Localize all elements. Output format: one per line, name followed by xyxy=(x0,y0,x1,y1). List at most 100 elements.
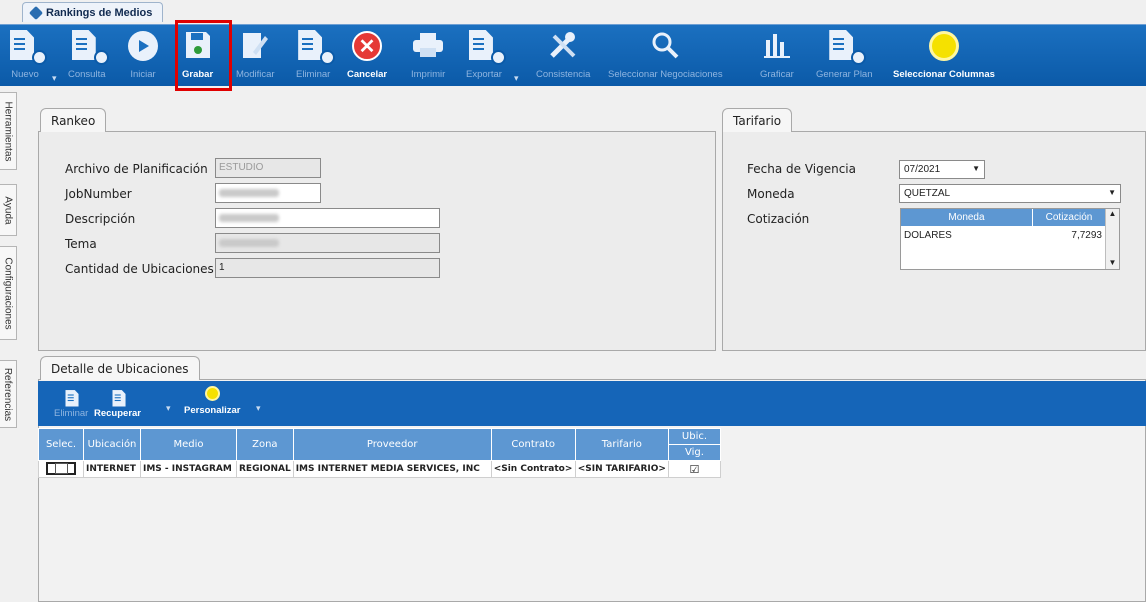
tab-rankings-de-medios[interactable]: Rankings de Medios xyxy=(22,2,164,22)
moneda-label: Moneda xyxy=(747,187,795,201)
fecha-vigencia-label: Fecha de Vigencia xyxy=(747,162,856,176)
table-row[interactable]: DOLARES 7,7293 xyxy=(901,226,1119,244)
moneda-cell: DOLARES xyxy=(904,229,952,241)
side-tab-referencias[interactable]: Referencias xyxy=(0,360,17,428)
nuevo-button[interactable]: Nuevo xyxy=(10,29,47,80)
app-tab-label: Rankings de Medios xyxy=(46,6,153,19)
new-document-icon xyxy=(10,30,47,65)
ubicacion-column-header[interactable]: Ubicación xyxy=(83,428,141,461)
contrato-cell: <Sin Contrato> xyxy=(490,460,576,478)
moneda-select[interactable]: QUETZAL ▼ xyxy=(899,184,1121,203)
redacted-text xyxy=(219,189,279,197)
vig-cell[interactable]: ☑ xyxy=(667,460,721,478)
delete-document-icon xyxy=(298,30,336,65)
recuperar-dropdown-icon[interactable]: ▾ xyxy=(166,403,171,414)
proveedor-cell: IMS INTERNET MEDIA SERVICES, INC xyxy=(292,460,492,478)
descripcion-label: Descripción xyxy=(65,212,136,226)
imprimir-button[interactable]: Imprimir xyxy=(411,29,445,80)
customize-icon xyxy=(204,386,220,401)
redacted-text xyxy=(219,214,279,222)
cantidad-field[interactable]: 1 xyxy=(215,258,440,278)
chevron-down-icon: ▼ xyxy=(972,164,980,173)
cotizacion-cell: 7,7293 xyxy=(1071,229,1102,241)
archivo-field[interactable]: ESTUDIO xyxy=(215,158,321,178)
ubicacion-cell: INTERNET xyxy=(83,460,141,478)
row-select-checkbox[interactable] xyxy=(46,461,76,475)
selec-column-header[interactable]: Selec. xyxy=(38,428,84,461)
tab-rankeo[interactable]: Rankeo xyxy=(40,108,107,132)
side-tab-herramientas[interactable]: Herramientas xyxy=(0,92,17,170)
generar-plan-button[interactable]: Generar Plan xyxy=(816,29,873,80)
zona-column-header[interactable]: Zona xyxy=(236,428,294,461)
cantidad-label: Cantidad de Ubicaciones xyxy=(65,262,214,276)
side-tab-configuraciones[interactable]: Configuraciones xyxy=(0,246,17,340)
cotizacion-scrollbar[interactable]: ▲ ▼ xyxy=(1105,209,1119,269)
tools-icon xyxy=(548,30,578,63)
cancel-icon: ✕ xyxy=(352,31,383,61)
proveedor-column-header[interactable]: Proveedor xyxy=(292,428,492,461)
play-icon xyxy=(128,31,158,61)
bar-chart-icon xyxy=(763,32,791,61)
consulta-button[interactable]: Consulta xyxy=(68,29,109,80)
recuperar-button[interactable]: Recuperar xyxy=(94,386,141,419)
fecha-vigencia-select[interactable]: 07/2021 ▼ xyxy=(899,160,985,179)
chevron-down-icon: ▼ xyxy=(1108,188,1116,197)
tab-tarifario[interactable]: Tarifario xyxy=(722,108,793,132)
recover-document-icon xyxy=(112,390,126,407)
medio-column-header[interactable]: Medio xyxy=(140,428,237,461)
zona-cell: REGIONAL xyxy=(236,460,294,478)
scroll-down-icon[interactable]: ▼ xyxy=(1106,258,1119,267)
modificar-button[interactable]: Modificar xyxy=(236,29,275,80)
cancelar-button[interactable]: ✕ Cancelar xyxy=(347,29,387,80)
printer-icon xyxy=(412,32,444,61)
cotizacion-column-header[interactable]: Cotización xyxy=(1033,209,1105,226)
search-icon xyxy=(650,30,680,63)
archivo-label: Archivo de Planificación xyxy=(65,162,208,176)
jobnumber-label: JobNumber xyxy=(65,187,132,201)
consistencia-button[interactable]: Consistencia xyxy=(536,29,590,80)
exportar-button[interactable]: Exportar xyxy=(466,29,506,80)
save-disk-icon xyxy=(184,30,212,63)
ubic-column-header[interactable]: Ubic. xyxy=(667,428,721,445)
tarifario-column-header[interactable]: Tarifario xyxy=(574,428,669,461)
cotizacion-label: Cotización xyxy=(747,212,810,226)
app-tab-icon xyxy=(28,5,44,20)
graficar-button[interactable]: Graficar xyxy=(760,29,794,80)
plan-document-icon xyxy=(829,30,867,65)
export-document-icon xyxy=(468,30,506,65)
descripcion-field[interactable] xyxy=(215,208,440,228)
contrato-column-header[interactable]: Contrato xyxy=(490,428,576,461)
personalizar-button[interactable]: Personalizar xyxy=(184,386,241,416)
moneda-column-header[interactable]: Moneda xyxy=(901,209,1033,226)
medio-cell: IMS - INSTAGRAM xyxy=(140,460,237,478)
columns-icon xyxy=(928,31,959,61)
query-document-icon xyxy=(71,30,109,65)
exportar-dropdown-icon[interactable]: ▾ xyxy=(514,73,519,84)
grabar-button[interactable]: Grabar xyxy=(182,29,213,80)
delete-document-icon xyxy=(65,390,79,407)
tema-label: Tema xyxy=(65,237,97,251)
main-toolbar: Nuevo ▾ Consulta Iniciar Grabar Modifica… xyxy=(0,24,1146,86)
ubicaciones-grid: Selec. Ubicación Medio Zona Proveedor Co… xyxy=(38,428,721,478)
redacted-text xyxy=(219,239,279,247)
detalle-toolbar: Eliminar Recuperar ▾ Personalizar ▾ xyxy=(38,381,1146,426)
cotizacion-table: Moneda Cotización DOLARES 7,7293 ▲ ▼ xyxy=(900,208,1120,270)
vig-column-header[interactable]: Vig. xyxy=(667,444,721,461)
scroll-up-icon[interactable]: ▲ xyxy=(1106,209,1119,218)
tema-field[interactable] xyxy=(215,233,440,253)
vig-checkbox[interactable]: ☑ xyxy=(690,463,700,476)
personalizar-dropdown-icon[interactable]: ▾ xyxy=(256,403,261,414)
eliminar-button[interactable]: Eliminar xyxy=(296,29,336,80)
side-tab-ayuda[interactable]: Ayuda xyxy=(0,184,17,236)
edit-icon xyxy=(241,30,269,63)
detalle-eliminar-button[interactable]: Eliminar xyxy=(54,386,88,419)
seleccionar-columnas-button[interactable]: Seleccionar Columnas xyxy=(893,29,995,80)
table-row[interactable]: INTERNET IMS - INSTAGRAM REGIONAL IMS IN… xyxy=(38,460,721,478)
seleccionar-negociaciones-button[interactable]: Seleccionar Negociaciones xyxy=(608,29,723,80)
cotizacion-table-header: Moneda Cotización xyxy=(901,209,1119,226)
iniciar-button[interactable]: Iniciar xyxy=(128,29,158,80)
tab-detalle-ubicaciones[interactable]: Detalle de Ubicaciones xyxy=(40,356,200,380)
jobnumber-field[interactable] xyxy=(215,183,321,203)
nuevo-dropdown-icon[interactable]: ▾ xyxy=(52,73,57,84)
tarifario-cell: <SIN TARIFARIO> xyxy=(574,460,669,478)
